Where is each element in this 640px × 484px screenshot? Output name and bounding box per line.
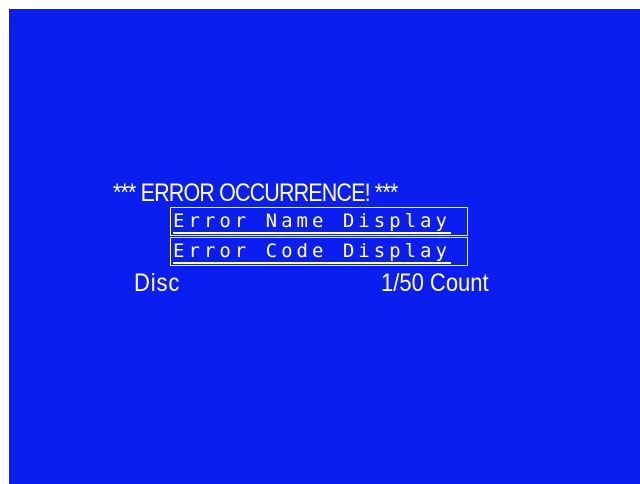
- error-count-label: 1/50 Count: [381, 269, 489, 297]
- disc-mode-label: Disc: [134, 269, 181, 297]
- error-code-text: Error Code Display: [173, 240, 451, 264]
- error-name-text: Error Name Display: [173, 210, 451, 234]
- error-name-display: Error Name Display: [170, 207, 468, 236]
- error-code-display: Error Code Display: [170, 237, 468, 266]
- error-screen: *** ERROR OCCURRENCE! *** Error Name Dis…: [9, 9, 640, 484]
- error-headline: *** ERROR OCCURRENCE! ***: [113, 179, 398, 207]
